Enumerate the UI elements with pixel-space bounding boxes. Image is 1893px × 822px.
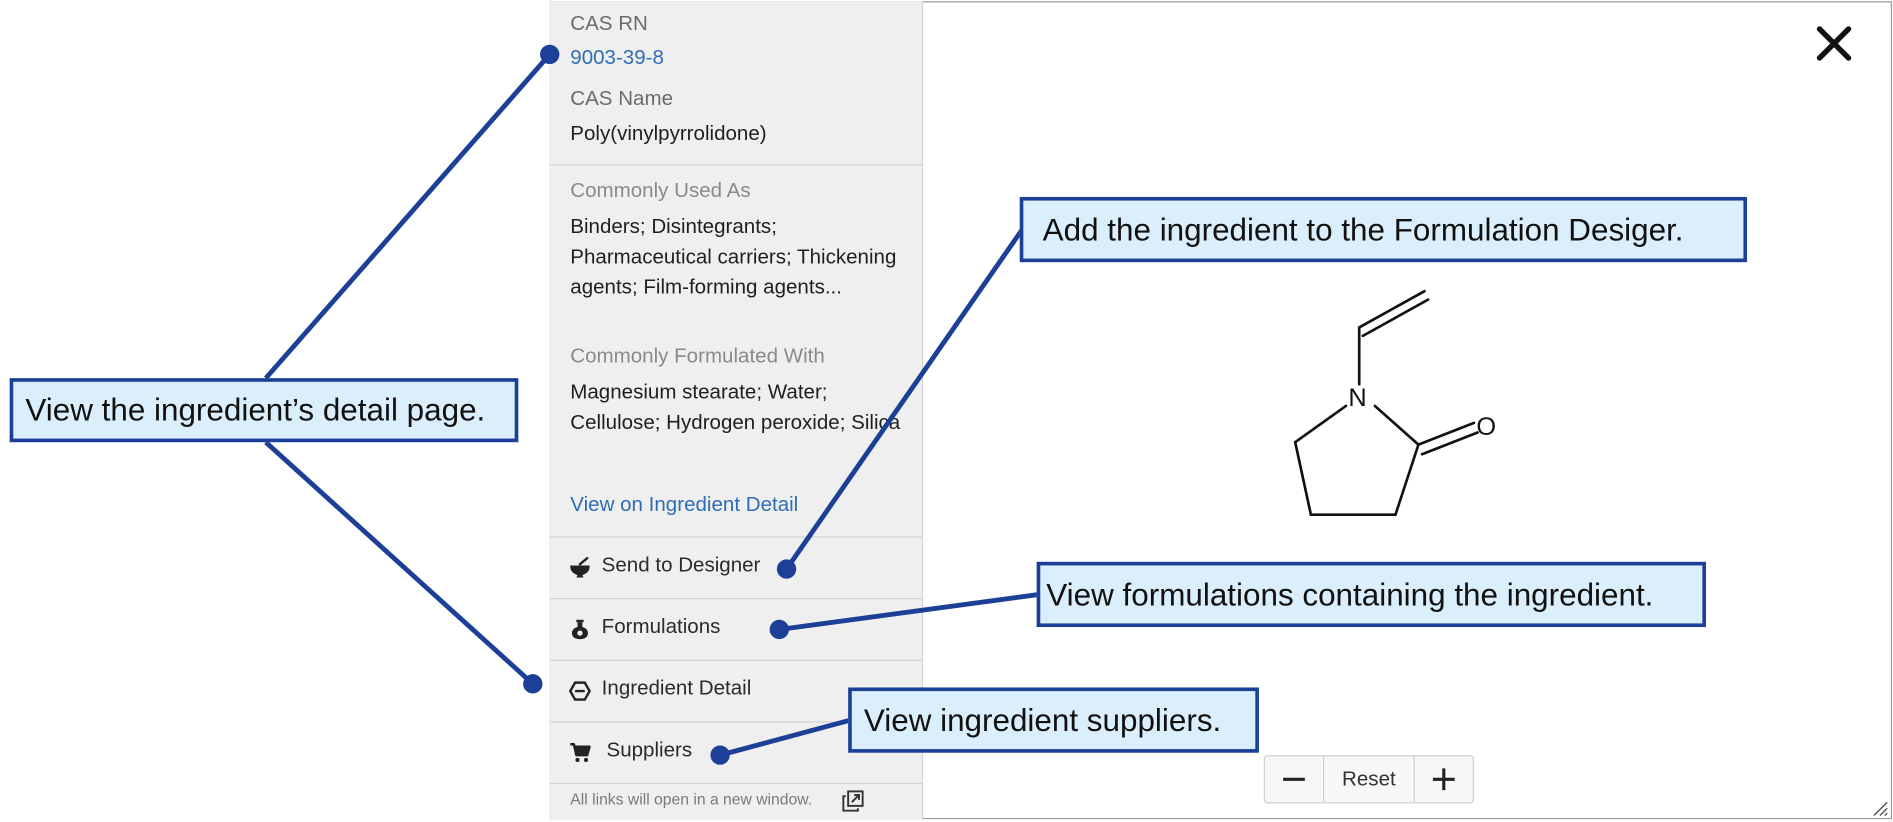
- divider: [549, 782, 924, 785]
- new-window-icon: [842, 790, 864, 812]
- callout-designer: Add the ingredient to the Formulation De…: [1019, 196, 1748, 263]
- cas-name-label: CAS Name: [570, 86, 674, 110]
- minus-icon: [1283, 777, 1305, 781]
- formulated-with-value: Magnesium stearate; Water; Cellulose; Hy…: [570, 380, 901, 434]
- close-icon[interactable]: [1812, 22, 1855, 65]
- used-as-value: Binders; Disintegrants; Pharmaceutical c…: [570, 215, 897, 299]
- suppliers-label: Suppliers: [606, 738, 693, 762]
- formulations-label: Formulations: [601, 614, 721, 638]
- mortar-pestle-icon: [570, 556, 590, 578]
- used-as-label: Commonly Used As: [570, 178, 751, 202]
- cas-name-value: Poly(vinylpyrrolidone): [570, 122, 767, 145]
- atom-oxygen: O: [1476, 413, 1496, 441]
- divider: [549, 164, 924, 166]
- formulated-with-label: Commonly Formulated With: [570, 344, 825, 368]
- hexagon-icon: [569, 681, 591, 701]
- cas-rn-label: CAS RN: [570, 12, 648, 36]
- zoom-reset-button[interactable]: Reset: [1324, 756, 1415, 803]
- send-to-designer-label: Send to Designer: [601, 553, 761, 577]
- send-to-designer-button[interactable]: Send to Designer: [550, 538, 922, 598]
- view-ingredient-detail-link[interactable]: View on Ingredient Detail: [570, 493, 798, 517]
- flask-icon: [571, 619, 588, 640]
- formulations-button[interactable]: Formulations: [550, 599, 922, 659]
- zoom-in-button[interactable]: [1415, 756, 1473, 802]
- zoom-controls: Reset: [1263, 755, 1475, 804]
- callout-detail-page: View the ingredient’s detail page.: [9, 378, 519, 443]
- atom-nitrogen: N: [1348, 384, 1366, 412]
- cart-icon: [570, 743, 591, 763]
- resize-handle-icon[interactable]: [1869, 797, 1888, 817]
- callout-formulations: View formulations containing the ingredi…: [1036, 561, 1706, 628]
- chemical-structure: N O: [1293, 289, 1496, 517]
- ingredient-detail-label: Ingredient Detail: [601, 676, 752, 700]
- new-window-note: All links will open in a new window.: [570, 790, 813, 809]
- zoom-out-button[interactable]: [1265, 756, 1325, 803]
- cas-rn-link[interactable]: 9003-39-8: [570, 46, 664, 70]
- callout-suppliers: View ingredient suppliers.: [848, 687, 1259, 753]
- plus-icon: [1432, 768, 1455, 791]
